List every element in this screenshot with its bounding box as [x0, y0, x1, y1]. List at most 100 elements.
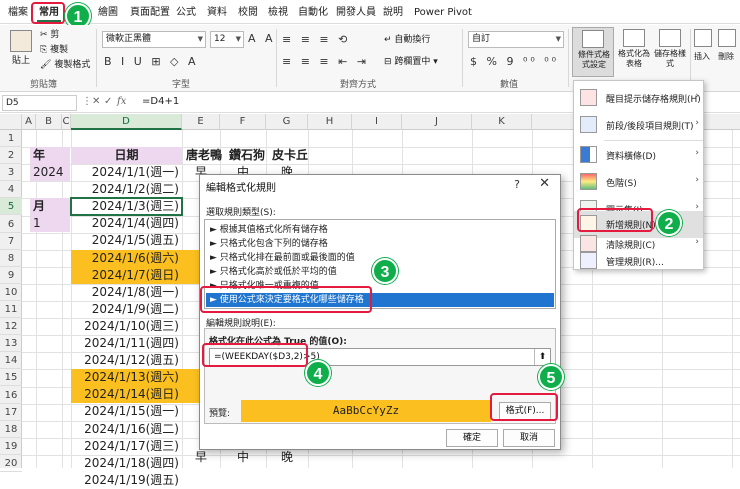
format-as-table-button[interactable]: 格式化為表格 [616, 27, 652, 77]
date-cell[interactable]: 2024/1/10(週三) [71, 318, 182, 335]
date-cell[interactable]: 2024/1/8(週一) [71, 284, 182, 301]
tab-draw[interactable]: 繪圖 [96, 4, 120, 22]
header-cell-e[interactable]: 唐老鴨 [182, 147, 226, 164]
row-header[interactable]: 20 [0, 455, 22, 472]
date-cell[interactable]: 2024/1/7(週日) [71, 266, 182, 284]
shift-cell-g21[interactable]: 晚 [266, 449, 308, 466]
header-cell-f[interactable]: 鑽石狗 [225, 147, 269, 164]
row-header[interactable]: 14 [0, 352, 22, 370]
row-header[interactable]: 12 [0, 318, 22, 336]
ok-button[interactable]: 確定 [446, 429, 498, 447]
shift-cell-f21[interactable]: 中 [220, 449, 266, 466]
date-cell[interactable]: 2024/1/9(週二) [71, 301, 182, 318]
header-cell-g[interactable]: 皮卡丘 [268, 147, 312, 164]
row-header[interactable]: 16 [0, 387, 22, 404]
column-header-f[interactable]: F [220, 114, 266, 130]
year-value-cell[interactable]: 2024 [30, 164, 70, 181]
column-header-e[interactable]: E [182, 114, 220, 130]
font-grow-shrink-icon[interactable]: A A [248, 32, 276, 45]
enter-icon[interactable]: ✓ [104, 96, 112, 107]
select-all-corner[interactable] [0, 114, 22, 130]
date-cell[interactable]: 2024/1/12(週五) [71, 352, 182, 369]
help-icon[interactable]: ? [514, 178, 520, 191]
column-header-h[interactable]: H [308, 114, 352, 130]
tab-help[interactable]: 說明 [381, 4, 405, 22]
tab-page-layout[interactable]: 頁面配置 [128, 4, 172, 22]
date-cell[interactable]: 2024/1/6(週六) [71, 249, 182, 267]
row-header[interactable]: 13 [0, 335, 22, 353]
column-header-k[interactable]: K [472, 114, 532, 130]
column-header-c[interactable]: C [62, 114, 71, 130]
collapse-dialog-icon[interactable]: ⬆ [534, 349, 550, 365]
number-format-combo[interactable]: 自訂 ▼ [468, 31, 564, 48]
date-cell[interactable]: 2024/1/17(週三) [71, 438, 182, 455]
cancel-icon[interactable]: ✕ [92, 96, 100, 107]
fx-icon[interactable]: fx [117, 96, 126, 107]
wrap-text-button[interactable]: ↵ 自動換行 [384, 34, 430, 46]
cell-styles-button[interactable]: 儲存格樣式 [652, 27, 688, 77]
date-header-cell[interactable]: 日期 [71, 147, 182, 164]
row-header[interactable]: 18 [0, 421, 22, 438]
tab-formulas[interactable]: 公式 [174, 4, 198, 22]
column-header-j[interactable]: J [402, 114, 472, 130]
cut-button[interactable]: ✂ 剪 [40, 29, 59, 41]
row-header[interactable]: 6 [0, 216, 22, 233]
date-cell[interactable]: 2024/1/5(週五) [71, 232, 182, 249]
date-cell[interactable]: 2024/1/14(週日) [71, 386, 182, 404]
rule-type-item[interactable]: ► 只格式化包含下列的儲存格 [206, 237, 554, 251]
number-format-icons[interactable]: $ % 9 ⁰⁰ ⁰⁰ [470, 55, 559, 68]
date-cell[interactable]: 2024/1/19(週五) [71, 472, 182, 489]
row-header[interactable]: 2 [0, 147, 22, 165]
tab-view[interactable]: 檢視 [266, 4, 290, 22]
year-label-cell[interactable]: 年 [30, 147, 70, 164]
tab-power-pivot[interactable]: Power Pivot [412, 4, 474, 22]
row-header[interactable]: 10 [0, 284, 22, 301]
menu-item-manage-rules[interactable]: 管理規則(R)... [574, 248, 703, 275]
month-label-cell[interactable]: 月 [30, 198, 70, 215]
menu-item-color-scales[interactable]: 色階(S) › [574, 169, 703, 196]
column-header-i[interactable]: I [352, 114, 402, 130]
insert-cells-button[interactable]: 插入 [694, 27, 714, 77]
paste-button[interactable]: 貼上 [12, 55, 30, 67]
column-header-d[interactable]: D [71, 114, 182, 130]
merge-center-button[interactable]: ⊟ 跨欄置中 ▾ [384, 56, 438, 68]
row-header[interactable]: 7 [0, 233, 22, 250]
column-header-b[interactable]: B [36, 114, 62, 130]
row-header[interactable]: 5 [0, 198, 22, 216]
date-cell[interactable]: 2024/1/2(週二) [71, 181, 182, 198]
copy-button[interactable]: ⎘ 複製 [40, 44, 68, 56]
tab-review[interactable]: 校閱 [236, 4, 260, 22]
row-header[interactable]: 9 [0, 267, 22, 284]
row-header[interactable]: 11 [0, 301, 22, 319]
row-header[interactable]: 17 [0, 404, 22, 421]
close-icon[interactable]: ✕ [539, 176, 550, 191]
cancel-button[interactable]: 取消 [503, 429, 555, 447]
vertical-align-icons[interactable]: ≡ ≡ ≡ ⟲ [282, 33, 350, 46]
font-name-combo[interactable]: 微軟正黑體 ▼ [102, 31, 206, 48]
name-box[interactable]: D5 [2, 95, 77, 111]
date-cell[interactable]: 2024/1/4(週四) [71, 215, 182, 232]
tab-developer[interactable]: 開發人員 [334, 4, 378, 22]
tab-file[interactable]: 檔案 [6, 4, 30, 22]
row-header[interactable]: 1 [0, 130, 22, 148]
date-cell[interactable]: 2024/1/11(週四) [71, 335, 182, 352]
date-cell[interactable]: 2024/1/16(週二) [71, 421, 182, 438]
menu-item-data-bars[interactable]: 資料橫條(D) › [574, 142, 703, 169]
conditional-format-button[interactable]: 條件式格式設定 [572, 27, 614, 77]
shift-cell-e21[interactable]: 早 [182, 449, 220, 466]
rule-type-item[interactable]: ► 根據其值格式化所有儲存格 [206, 223, 554, 237]
date-cell[interactable]: 2024/1/18(週四) [71, 455, 182, 472]
menu-item-highlight-rules[interactable]: 醒目提示儲存格規則(H) › [574, 85, 703, 112]
font-style-icons[interactable]: B I U ⊞ ◇ A [104, 55, 199, 68]
row-header[interactable]: 8 [0, 250, 22, 267]
tab-data[interactable]: 資料 [205, 4, 229, 22]
month-value-cell[interactable]: 1 [30, 215, 70, 232]
row-header[interactable]: 19 [0, 438, 22, 455]
row-header[interactable]: 3 [0, 164, 22, 182]
menu-item-top-bottom-rules[interactable]: 前段/後段項目規則(T) › [574, 112, 703, 139]
row-header[interactable]: 4 [0, 181, 22, 199]
delete-cells-button[interactable]: 刪除 [718, 27, 740, 77]
font-size-combo[interactable]: 12 ▼ [210, 31, 244, 48]
format-painter-button[interactable]: 🖌 複製格式 [40, 59, 90, 71]
column-header-a[interactable]: A [22, 114, 36, 130]
